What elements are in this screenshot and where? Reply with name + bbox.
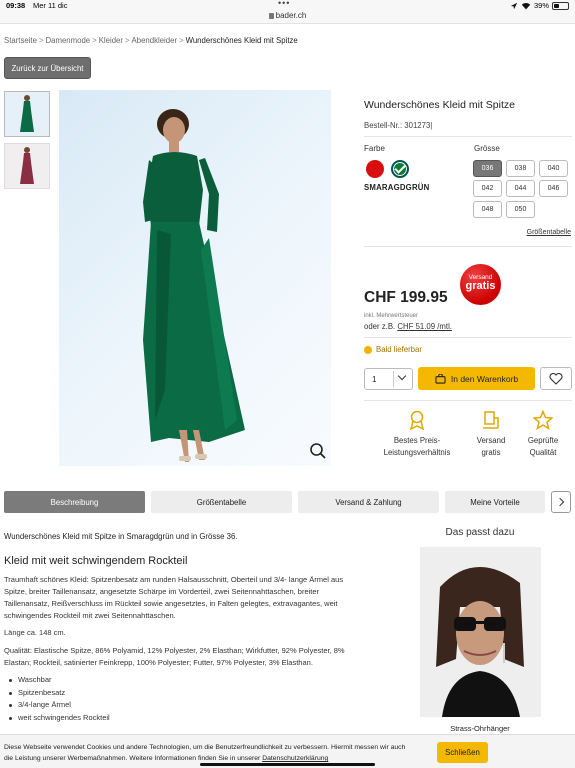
color-swatch-green[interactable] bbox=[391, 160, 409, 178]
battery-percent: 39% bbox=[533, 1, 549, 10]
cookie-text: Diese Webseite verwendet Cookies und and… bbox=[4, 744, 406, 762]
availability: Bald lieferbar bbox=[364, 345, 422, 354]
monthly-rate: oder z.B. CHF 51.09 /mtl. bbox=[364, 322, 452, 331]
tabs-next-button[interactable] bbox=[551, 491, 571, 513]
back-to-overview-button[interactable]: Zurück zur Übersicht bbox=[4, 57, 91, 79]
size-option-042[interactable]: 042 bbox=[473, 180, 502, 197]
divider bbox=[364, 136, 572, 137]
status-date: Mer 11 dic bbox=[33, 1, 68, 10]
monthly-amount-link[interactable]: CHF 51.09 /mtl. bbox=[397, 322, 452, 331]
address-bar[interactable]: bader.ch bbox=[0, 11, 575, 20]
location-icon bbox=[510, 2, 518, 9]
size-option-050[interactable]: 050 bbox=[506, 201, 535, 218]
breadcrumb-link-evening[interactable]: Abendkleider bbox=[132, 36, 178, 45]
size-option-046[interactable]: 046 bbox=[539, 180, 568, 197]
color-label: Farbe bbox=[364, 144, 385, 153]
size-option-044[interactable]: 044 bbox=[506, 180, 535, 197]
description-quality: Qualität: Elastische Spitze, 86% Polyami… bbox=[4, 646, 345, 667]
list-item: weit schwingendes Rockteil bbox=[4, 713, 110, 726]
vat-note: inkl. Mehrwertsteuer bbox=[364, 313, 419, 319]
selected-color-name: SMARAGDGRÜN bbox=[364, 183, 430, 192]
size-option-038[interactable]: 038 bbox=[506, 160, 535, 177]
breadcrumb: Startseite > Damenmode > Kleider > Abendkleide… bbox=[4, 36, 298, 45]
feature-list: Waschbar Spitzenbesatz 3/4-lange Ärmel w… bbox=[4, 675, 110, 725]
url-text: bader.ch bbox=[275, 11, 307, 20]
tab-my-benefits[interactable]: Meine Vorteile bbox=[445, 491, 545, 513]
breadcrumb-link-womens[interactable]: Damenmode bbox=[46, 36, 91, 45]
cart-icon bbox=[435, 373, 446, 384]
list-item: Spitzenbesatz bbox=[4, 688, 110, 701]
divider bbox=[364, 246, 572, 247]
description-intro: Wunderschönes Kleid mit Spitze in Smarag… bbox=[4, 532, 238, 541]
status-time: 09:38 bbox=[6, 1, 26, 10]
usp-tested-quality: Geprüfte Qualität bbox=[518, 410, 568, 458]
description-heading: Kleid mit weit schwingendem Rockteil bbox=[4, 555, 188, 567]
menu-dots-icon[interactable]: ••• bbox=[278, 0, 290, 8]
size-option-048[interactable]: 048 bbox=[473, 201, 502, 218]
description-paragraph: Traumhaft schönes Kleid: Spitzenbesatz a… bbox=[4, 575, 344, 620]
thumbnail-red-dress[interactable] bbox=[4, 143, 50, 189]
chevron-right-icon bbox=[555, 497, 565, 507]
usp-best-price: Bestes Preis- Leistungsverhältnis bbox=[372, 410, 462, 458]
divider bbox=[364, 337, 572, 338]
cookie-close-button[interactable]: Schließen bbox=[437, 742, 488, 763]
product-title: Wunderschönes Kleid mit Spitze bbox=[364, 99, 515, 111]
battery-icon bbox=[552, 1, 569, 10]
privacy-policy-link[interactable]: Datenschutzerklärung bbox=[262, 755, 328, 762]
heart-icon bbox=[549, 372, 563, 385]
tab-size-chart[interactable]: Größentabelle bbox=[151, 491, 292, 513]
thumbnail-green-dress[interactable] bbox=[4, 91, 50, 137]
color-swatch-red[interactable] bbox=[366, 160, 384, 178]
award-icon bbox=[409, 410, 425, 430]
breadcrumb-link-home[interactable]: Startseite bbox=[4, 36, 37, 45]
recommendations-heading: Das passt dazu bbox=[445, 527, 515, 538]
add-to-cart-button[interactable]: In den Warenkorb bbox=[418, 367, 535, 390]
recommended-product-name[interactable]: Strass-Ohrhänger bbox=[420, 724, 540, 733]
divider bbox=[364, 400, 572, 401]
badge-line2: gratis bbox=[465, 280, 496, 292]
wishlist-button[interactable] bbox=[540, 367, 572, 390]
availability-text: Bald lieferbar bbox=[376, 345, 422, 354]
usp-free-shipping: Versand gratis bbox=[466, 410, 516, 458]
tab-shipping-payment[interactable]: Versand & Zahlung bbox=[298, 491, 439, 513]
shipping-icon bbox=[483, 411, 499, 429]
check-icon bbox=[394, 162, 406, 174]
availability-dot-icon bbox=[364, 345, 372, 354]
quantity-select[interactable]: 1 bbox=[364, 368, 413, 390]
recommended-product-image[interactable] bbox=[420, 547, 541, 717]
home-indicator bbox=[200, 763, 375, 766]
status-bar: 09:38 Mer 11 dic ••• bader.ch 39% bbox=[0, 0, 575, 24]
order-number: Bestell-Nr.: 301273| bbox=[364, 121, 433, 130]
chevron-down-icon bbox=[397, 371, 407, 381]
product-image[interactable] bbox=[59, 90, 331, 466]
lock-icon bbox=[268, 13, 274, 19]
zoom-icon[interactable] bbox=[309, 442, 327, 460]
wifi-icon bbox=[521, 2, 531, 9]
monthly-prefix: oder z.B. bbox=[364, 322, 396, 331]
size-option-036[interactable]: 036 bbox=[473, 160, 502, 177]
product-price: CHF 199.95 bbox=[364, 289, 448, 306]
status-right: 39% bbox=[510, 1, 569, 10]
size-chart-link[interactable]: Größentabelle bbox=[527, 229, 571, 236]
tab-description[interactable]: Beschreibung bbox=[4, 491, 145, 513]
list-item: 3/4-lange Ärmel bbox=[4, 700, 110, 713]
list-item: Waschbar bbox=[4, 675, 110, 688]
description-length: Länge ca. 148 cm. bbox=[4, 628, 66, 637]
size-label: Grösse bbox=[474, 144, 500, 153]
size-option-040[interactable]: 040 bbox=[539, 160, 568, 177]
breadcrumb-link-dresses[interactable]: Kleider bbox=[99, 36, 123, 45]
star-icon bbox=[533, 410, 553, 430]
add-to-cart-label: In den Warenkorb bbox=[450, 373, 519, 384]
free-shipping-badge: Versand gratis bbox=[460, 264, 501, 305]
description-lead: Traumhaft schönes Kleid: bbox=[4, 575, 89, 584]
breadcrumb-current: Wunderschönes Kleid mit Spitze bbox=[185, 36, 298, 45]
quantity-value: 1 bbox=[372, 375, 377, 384]
